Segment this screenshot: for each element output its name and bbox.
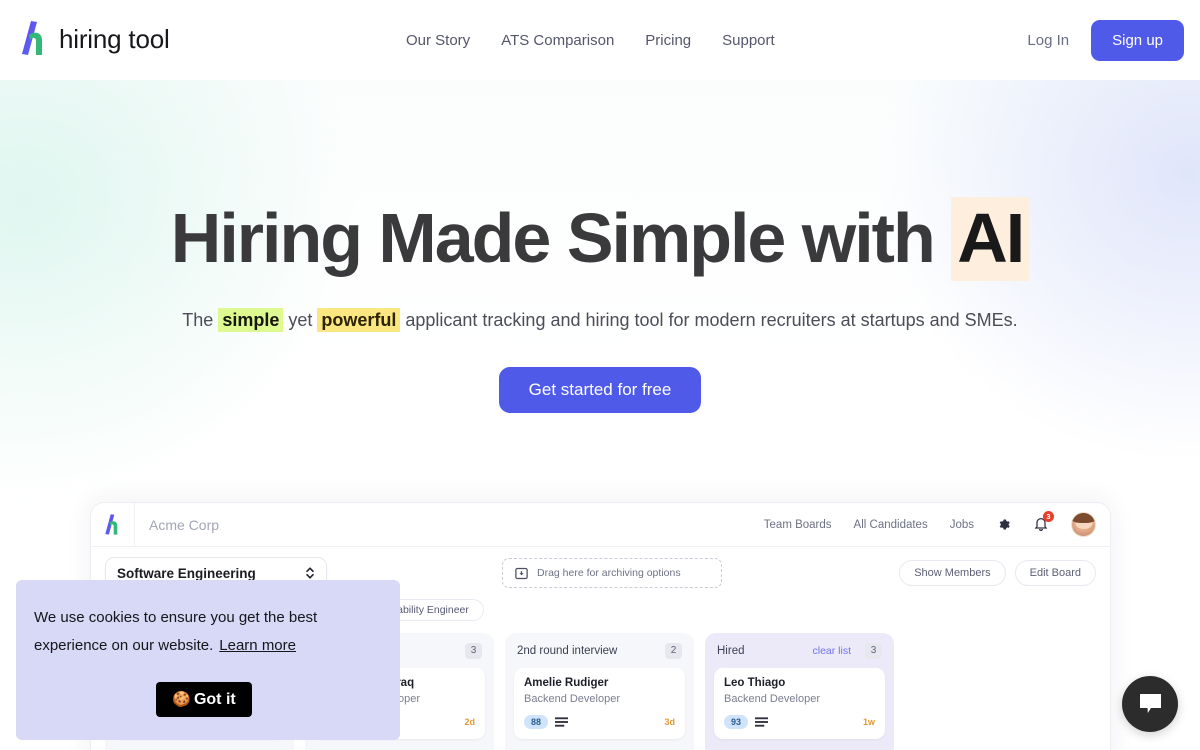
- cookie-icon: 🍪: [172, 691, 191, 708]
- archive-dropzone-label: Drag here for archiving options: [537, 567, 681, 579]
- kanban-column-hired: Hired clear list 3 Leo Thiago Backend De…: [705, 633, 894, 750]
- kanban-column-title: Hired: [717, 645, 745, 657]
- hero-section: Hiring Made Simple with AI The simple ye…: [0, 80, 1200, 413]
- gear-icon[interactable]: [996, 517, 1011, 532]
- get-started-button[interactable]: Get started for free: [498, 366, 702, 413]
- candidate-role: Backend Developer: [724, 693, 821, 705]
- avatar[interactable]: [1071, 512, 1096, 537]
- app-nav-all-candidates[interactable]: All Candidates: [854, 519, 928, 531]
- chevron-updown-icon: [306, 567, 314, 579]
- notifications-bell[interactable]: 3: [1033, 511, 1054, 533]
- notification-count-badge: 3: [1043, 511, 1054, 522]
- auth-actions: Log In Sign up: [1027, 0, 1184, 80]
- clear-list-link[interactable]: clear list: [812, 645, 851, 657]
- app-topbar: Acme Corp Team Boards All Candidates Job…: [91, 503, 1110, 547]
- hero-sub-tail: applicant tracking and hiring tool for m…: [400, 309, 1018, 330]
- nav-item-our-story[interactable]: Our Story: [406, 32, 470, 49]
- department-select-value: Software Engineering: [117, 565, 256, 581]
- notes-lines-icon: [555, 717, 569, 727]
- archive-dropzone[interactable]: Drag here for archiving options: [502, 558, 722, 588]
- show-members-button[interactable]: Show Members: [899, 560, 1006, 586]
- hero-title-text: Hiring Made Simple with: [170, 199, 952, 277]
- hiring-tool-h-logo-icon: [105, 513, 118, 535]
- nav-item-ats-comparison[interactable]: ATS Comparison: [501, 32, 614, 49]
- site-header: hiring tool Our Story ATS Comparison Pri…: [0, 0, 1200, 80]
- app-logo-cell[interactable]: [91, 503, 135, 547]
- board-actions: Show Members Edit Board: [899, 560, 1096, 586]
- signup-button[interactable]: Sign up: [1091, 19, 1184, 61]
- candidate-score-badge: 93: [724, 715, 749, 729]
- hero-sub-lead: The: [182, 309, 219, 330]
- hero-sub-mid: yet: [283, 309, 318, 330]
- hero-title-ai-highlight: AI: [951, 197, 1030, 281]
- candidate-name: Amelie Rudiger: [524, 677, 609, 689]
- brand-name: hiring tool: [59, 23, 170, 54]
- cookie-consent-banner: We use cookies to ensure you get the bes…: [16, 580, 400, 740]
- candidate-time-badge: 1w: [862, 717, 875, 727]
- kanban-column-header: 2nd round interview 2: [514, 642, 685, 668]
- chat-widget-button[interactable]: [1122, 676, 1178, 732]
- app-nav-jobs[interactable]: Jobs: [950, 519, 974, 531]
- kanban-column-title: 2nd round interview: [517, 645, 618, 657]
- cookie-accept-button[interactable]: 🍪 Got it: [156, 682, 252, 717]
- kanban-column-count: 2: [665, 643, 682, 659]
- candidate-card[interactable]: Leo Thiago Backend Developer 93 1w: [714, 668, 885, 739]
- landing-page: hiring tool Our Story ATS Comparison Pri…: [0, 0, 1200, 750]
- main-navigation: Our Story ATS Comparison Pricing Support: [406, 0, 775, 80]
- app-company-name: Acme Corp: [149, 516, 220, 533]
- hiring-tool-h-logo-icon: [22, 21, 42, 55]
- nav-item-pricing[interactable]: Pricing: [645, 32, 691, 49]
- hero-subtitle: The simple yet powerful applicant tracki…: [0, 307, 1200, 332]
- hero-sub-simple-highlight: simple: [218, 307, 284, 332]
- candidate-score-badge: 88: [524, 715, 549, 729]
- kanban-column-2nd-round-interview: 2nd round interview 2 Amelie Rudiger Bac…: [505, 633, 694, 750]
- candidate-role: Backend Developer: [524, 693, 621, 705]
- nav-item-support[interactable]: Support: [722, 32, 775, 49]
- cookie-accept-label: Got it: [193, 691, 236, 708]
- archive-box-icon: [515, 567, 528, 579]
- candidate-time-badge: 2d: [464, 717, 475, 727]
- notes-lines-icon: [755, 717, 769, 727]
- login-link[interactable]: Log In: [1027, 32, 1069, 49]
- cookie-learn-more-link[interactable]: Learn more: [219, 637, 296, 654]
- kanban-column-count: 3: [865, 643, 882, 659]
- app-top-navigation: Team Boards All Candidates Jobs 3: [764, 511, 1110, 537]
- candidate-name: Leo Thiago: [724, 677, 786, 689]
- kanban-column-count: 3: [465, 643, 482, 659]
- chat-bubble-icon: [1139, 694, 1161, 713]
- kanban-column-header: Hired clear list 3: [714, 642, 885, 668]
- cookie-consent-text: We use cookies to ensure you get the bes…: [34, 604, 374, 660]
- page-title: Hiring Made Simple with AI: [0, 197, 1200, 281]
- brand-logo[interactable]: hiring tool: [20, 19, 170, 59]
- app-nav-team-boards[interactable]: Team Boards: [764, 519, 832, 531]
- hero-sub-powerful-highlight: powerful: [317, 307, 401, 332]
- edit-board-button[interactable]: Edit Board: [1014, 560, 1096, 586]
- candidate-card[interactable]: Amelie Rudiger Backend Developer 88 3d: [514, 668, 685, 739]
- candidate-card-footer: 88 3d: [524, 715, 675, 729]
- candidate-time-badge: 3d: [664, 717, 675, 727]
- hero-cta-wrapper: Get started for free: [0, 366, 1200, 413]
- candidate-card-footer: 93 1w: [724, 715, 875, 729]
